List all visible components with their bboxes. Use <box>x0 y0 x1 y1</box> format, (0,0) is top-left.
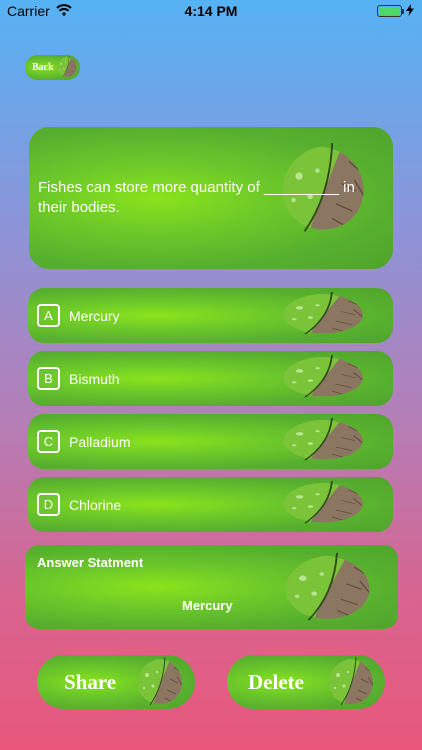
answer-card: Answer Statment Mercury <box>25 545 398 629</box>
leaf-icon <box>278 355 368 399</box>
leaf-icon <box>278 481 368 525</box>
share-button[interactable]: Share <box>37 655 195 709</box>
leaf-icon <box>280 553 375 623</box>
option-letter: C <box>37 430 60 453</box>
back-button[interactable]: Back <box>25 55 80 80</box>
option-b[interactable]: B Bismuth <box>28 351 393 406</box>
option-label: Chlorine <box>69 496 122 513</box>
option-letter: A <box>37 304 60 327</box>
option-letter: B <box>37 367 60 390</box>
leaf-icon <box>56 56 78 78</box>
option-label: Bismuth <box>69 370 120 387</box>
leaf-icon <box>326 656 376 708</box>
question-card: Fishes can store more quantity of ______… <box>29 127 393 269</box>
wifi-icon <box>56 3 72 19</box>
question-text: Fishes can store more quantity of ______… <box>38 179 355 216</box>
option-label: Palladium <box>69 433 131 450</box>
answer-title: Answer Statment <box>37 555 144 570</box>
option-d[interactable]: D Chlorine <box>28 477 393 532</box>
delete-button-label: Delete <box>248 669 304 694</box>
status-right <box>377 3 414 19</box>
status-left: Carrier <box>7 3 72 19</box>
option-a[interactable]: A Mercury <box>28 288 393 343</box>
charging-icon <box>406 3 414 19</box>
delete-button[interactable]: Delete <box>227 655 385 709</box>
option-c[interactable]: C Palladium <box>28 414 393 469</box>
share-button-label: Share <box>64 669 117 694</box>
option-label: Mercury <box>69 307 120 324</box>
leaf-icon <box>278 418 368 462</box>
carrier-label: Carrier <box>7 3 50 19</box>
battery-icon <box>377 5 404 17</box>
back-button-label: Back <box>32 62 54 73</box>
leaf-icon <box>135 656 185 708</box>
status-bar: Carrier 4:14 PM <box>0 0 422 22</box>
leaf-icon <box>278 292 368 336</box>
answer-value: Mercury <box>182 598 233 613</box>
option-letter: D <box>37 493 60 516</box>
